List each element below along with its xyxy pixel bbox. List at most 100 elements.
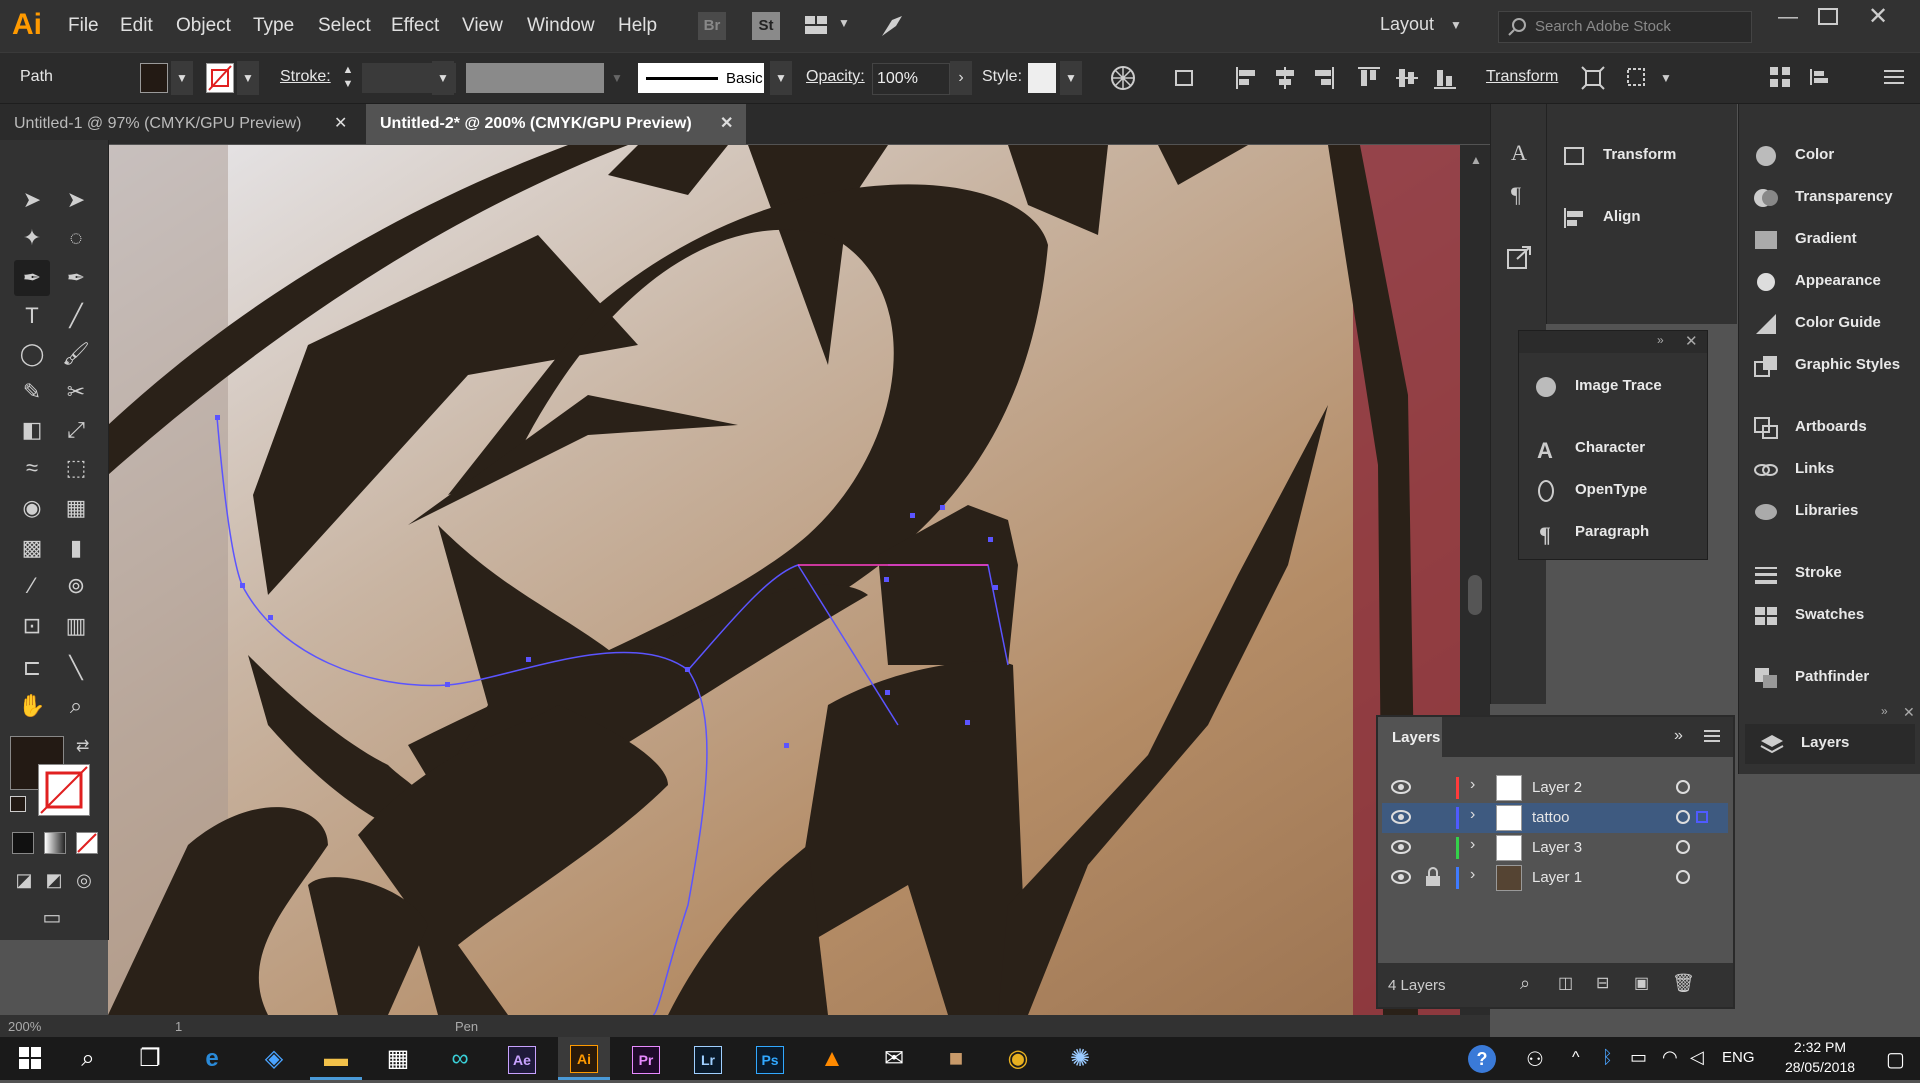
layer-name[interactable]: Layer 1 — [1532, 869, 1582, 886]
recolor-artwork-icon[interactable] — [1110, 65, 1136, 91]
maximize-icon[interactable] — [1818, 8, 1838, 25]
panel-tab-stroke[interactable]: Stroke — [1739, 554, 1920, 594]
panel-tab-image-trace[interactable]: Image Trace — [1519, 367, 1707, 407]
close-icon[interactable]: ✕ — [1868, 2, 1888, 31]
color-mode-icon[interactable] — [12, 832, 34, 854]
trash-icon[interactable]: 🗑 — [1672, 973, 1695, 994]
artboard-canvas[interactable] — [108, 145, 1460, 1015]
close-icon[interactable]: ✕ — [1903, 704, 1915, 721]
default-colors-icon[interactable] — [10, 796, 26, 812]
panel-menu-icon[interactable] — [1704, 729, 1720, 743]
opacity-input[interactable]: 100% — [872, 63, 950, 95]
people-icon[interactable]: ⚇ — [1526, 1047, 1544, 1072]
panel-tab-artboards[interactable]: Artboards — [1739, 408, 1920, 448]
chevron-up-icon[interactable]: ^ — [1572, 1049, 1580, 1067]
photo-app-icon[interactable]: ■ — [930, 1037, 982, 1080]
mail-icon[interactable]: ✉ — [868, 1037, 920, 1080]
close-icon[interactable]: ✕ — [1685, 332, 1698, 350]
close-icon[interactable]: ✕ — [334, 104, 347, 144]
stroke-weight-stepper[interactable]: ▲ ▼ — [338, 63, 358, 93]
new-layer-icon[interactable]: ▣ — [1634, 973, 1649, 993]
width-tool-icon[interactable]: ≈ — [14, 450, 50, 486]
arrange-documents-icon[interactable] — [804, 14, 830, 36]
panel-tab-appearance[interactable]: Appearance — [1739, 262, 1920, 302]
volume-icon[interactable]: ◁ — [1690, 1047, 1704, 1068]
visibility-eye-icon[interactable] — [1390, 779, 1412, 795]
expand-arrow-icon[interactable]: › — [1470, 866, 1475, 884]
search-icon[interactable]: ⌕ — [62, 1037, 114, 1080]
selection-indicator[interactable] — [1696, 811, 1708, 823]
opacity-label[interactable]: Opacity: — [806, 68, 865, 86]
transform-link[interactable]: Transform — [1486, 68, 1558, 86]
expand-arrow-icon[interactable]: › — [1470, 836, 1475, 854]
fill-swatch[interactable] — [140, 63, 168, 93]
target-circle-icon[interactable] — [1676, 840, 1690, 854]
artboard-tool-icon[interactable]: ⊏ — [14, 650, 50, 686]
menu-file[interactable]: File — [68, 15, 99, 37]
layers-panel-title[interactable]: Layers — [1392, 729, 1440, 746]
align-top-icon[interactable] — [1356, 65, 1382, 91]
stock-search-field[interactable]: Search Adobe Stock — [1498, 11, 1752, 43]
panel-tab-transparency[interactable]: Transparency — [1739, 178, 1920, 218]
shaper-tool-icon[interactable]: ✎ — [14, 374, 50, 410]
edge-browser-icon[interactable]: e — [186, 1037, 238, 1080]
align-left-icon[interactable] — [1234, 65, 1260, 91]
layer-row-layer-2[interactable]: › Layer 2 — [1382, 773, 1728, 803]
panel-tab-links[interactable]: Links — [1739, 450, 1920, 490]
clock-date[interactable]: 28/05/2018 — [1770, 1059, 1870, 1075]
paintbrush-tool-icon[interactable]: 🖌 — [58, 336, 94, 372]
type-tool-icon[interactable]: T — [14, 298, 50, 334]
slice-tool-icon[interactable]: ╲ — [58, 650, 94, 686]
menu-select[interactable]: Select — [318, 15, 371, 37]
menu-effect[interactable]: Effect — [391, 15, 439, 37]
scale-tool-icon[interactable]: ⤢ — [58, 412, 94, 448]
input-language[interactable]: ENG — [1722, 1049, 1755, 1066]
infinity-app-icon[interactable]: ∞ — [434, 1037, 486, 1080]
dropbox-icon[interactable]: ◈ — [248, 1037, 300, 1080]
task-view-icon[interactable]: ❐ — [124, 1037, 176, 1080]
bluetooth-icon[interactable]: ᛒ — [1602, 1047, 1613, 1068]
target-circle-icon[interactable] — [1676, 870, 1690, 884]
opacity-arrow[interactable]: › — [950, 61, 972, 95]
menu-view[interactable]: View — [462, 15, 503, 37]
pen-tool-icon[interactable]: ✒ — [14, 260, 50, 296]
variable-width-profile[interactable] — [466, 63, 604, 93]
lightroom-icon[interactable]: Lr — [682, 1037, 734, 1080]
chevron-down-icon[interactable]: ▼ — [1450, 18, 1462, 32]
scissors-tool-icon[interactable]: ✂ — [58, 374, 94, 410]
collapse-icon[interactable]: » — [1674, 727, 1683, 745]
align-middle-icon[interactable] — [1394, 65, 1420, 91]
arrange-icon[interactable] — [1768, 65, 1792, 89]
draw-inside-icon[interactable]: ◎ — [66, 862, 102, 898]
align-to-icon[interactable] — [1172, 65, 1198, 91]
panel-tab-opentype[interactable]: OpenType — [1519, 471, 1707, 511]
premiere-icon[interactable]: Pr — [620, 1037, 672, 1080]
collapse-icon[interactable]: » — [1657, 333, 1664, 347]
bridge-button[interactable]: Br — [698, 12, 726, 40]
target-circle-icon[interactable] — [1676, 780, 1690, 794]
panel-tab-align[interactable]: Align — [1547, 198, 1737, 238]
symbol-sprayer-tool-icon[interactable]: ⊡ — [14, 608, 50, 644]
expand-arrow-icon[interactable]: › — [1470, 776, 1475, 794]
panel-menu-icon[interactable] — [1882, 65, 1906, 89]
illustrator-icon[interactable]: Ai — [558, 1037, 610, 1080]
visibility-eye-icon[interactable] — [1390, 869, 1412, 885]
stroke-swatch-none[interactable] — [206, 63, 234, 93]
clock-time[interactable]: 2:32 PM — [1770, 1039, 1870, 1055]
action-center-icon[interactable]: ▢ — [1886, 1047, 1905, 1072]
stock-button[interactable]: St — [752, 12, 780, 40]
artboard-number[interactable]: 1 — [175, 1019, 182, 1034]
chrome-icon[interactable]: ◉ — [992, 1037, 1044, 1080]
panel-tab-pathfinder[interactable]: Pathfinder — [1739, 658, 1920, 698]
blend-tool-icon[interactable]: ⊚ — [58, 568, 94, 604]
expand-arrow-icon[interactable]: › — [1470, 806, 1475, 824]
magic-wand-tool-icon[interactable]: ✦ — [14, 220, 50, 256]
fill-dropdown[interactable]: ▼ — [171, 61, 193, 95]
graphic-style-swatch[interactable] — [1028, 63, 1056, 93]
floating-panel-header[interactable]: » ✕ — [1519, 331, 1707, 353]
menu-window[interactable]: Window — [527, 15, 595, 37]
paint-app-icon[interactable]: ✺ — [1054, 1037, 1106, 1080]
menu-help[interactable]: Help — [618, 15, 657, 37]
perspective-grid-tool-icon[interactable]: ▦ — [58, 490, 94, 526]
character-styles-icon[interactable]: A — [1505, 138, 1533, 166]
